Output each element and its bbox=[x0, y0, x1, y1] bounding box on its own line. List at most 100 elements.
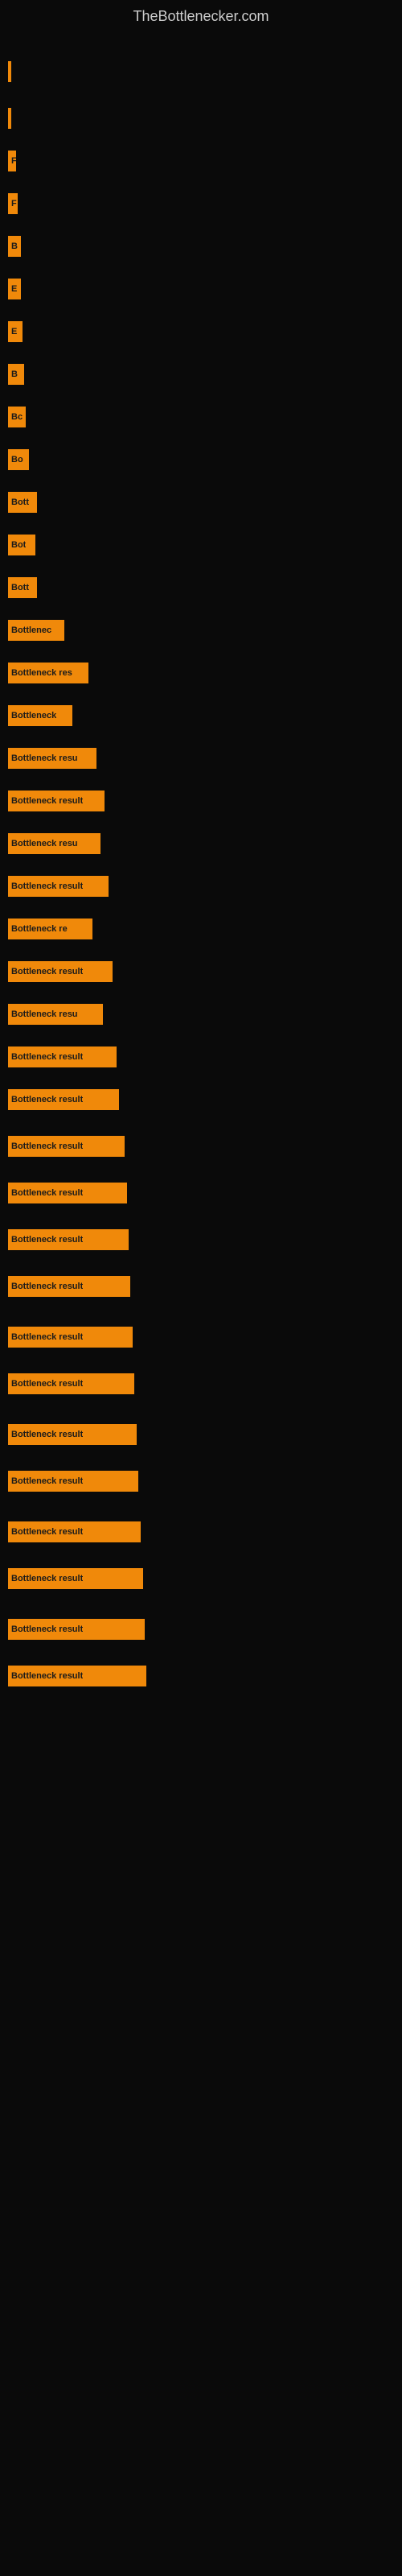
bar: Bottleneck result bbox=[8, 1183, 127, 1203]
bar-row: Bottleneck result bbox=[8, 1327, 402, 1348]
bar-label: Bottlenec bbox=[11, 625, 51, 635]
bar bbox=[8, 108, 11, 129]
bar: Bottleneck result bbox=[8, 1327, 133, 1348]
bar-label: Bottleneck result bbox=[11, 1052, 83, 1062]
bar: Bottlenec bbox=[8, 620, 64, 641]
bar-row: Bottleneck bbox=[8, 705, 402, 726]
bar-row: Bottleneck result bbox=[8, 1521, 402, 1542]
bar: E bbox=[8, 279, 21, 299]
bar-label: Bottleneck result bbox=[11, 1332, 83, 1342]
bar-row: Bott bbox=[8, 577, 402, 598]
bar: F bbox=[8, 193, 18, 214]
bar-label: Bottleneck result bbox=[11, 1188, 83, 1198]
bar-label: E bbox=[11, 284, 17, 294]
bar: Bottleneck resu bbox=[8, 748, 96, 769]
bar-label: Bottleneck result bbox=[11, 1527, 83, 1537]
bar: Bott bbox=[8, 492, 37, 513]
bar: Bottleneck resu bbox=[8, 1004, 103, 1025]
bar-row: Bottleneck result bbox=[8, 1183, 402, 1203]
bar: Bottleneck bbox=[8, 705, 72, 726]
bar: B bbox=[8, 236, 21, 257]
bar-label: Bottleneck result bbox=[11, 967, 83, 976]
bar: Bottleneck result bbox=[8, 1521, 141, 1542]
bar-label: Bott bbox=[11, 583, 29, 592]
bar-row: Bot bbox=[8, 535, 402, 555]
bar-row: B bbox=[8, 364, 402, 385]
bar: F bbox=[8, 151, 16, 171]
bar-row: Bottlenec bbox=[8, 620, 402, 641]
bar-row: Bottleneck result bbox=[8, 1424, 402, 1445]
bar-label: Bottleneck resu bbox=[11, 753, 78, 763]
bar-label: Bott bbox=[11, 497, 29, 507]
bar-row: Bottleneck result bbox=[8, 1373, 402, 1394]
bar-row: Bottleneck result bbox=[8, 1666, 402, 1686]
bar: Bottleneck result bbox=[8, 1229, 129, 1250]
bar-label: Bottleneck result bbox=[11, 1282, 83, 1291]
bar-label: Bottleneck result bbox=[11, 1235, 83, 1245]
bar-row: Bottleneck resu bbox=[8, 748, 402, 769]
bar-label: Bottleneck res bbox=[11, 668, 72, 678]
bars-container: F F B E E B Bc Bo Bott Bot Bott Bottlenec Bottleneck… bbox=[0, 29, 402, 1696]
bar-label: Bottleneck re bbox=[11, 924, 68, 934]
bar-label: E bbox=[11, 327, 17, 336]
bar-row: Bottleneck re bbox=[8, 919, 402, 939]
bar: Bottleneck result bbox=[8, 1424, 137, 1445]
bar: Bottleneck resu bbox=[8, 833, 100, 854]
bar-row bbox=[8, 108, 402, 129]
bar-label: Bottleneck resu bbox=[11, 1009, 78, 1019]
bar bbox=[8, 61, 11, 82]
bar-row: F bbox=[8, 151, 402, 171]
bar: Bottleneck result bbox=[8, 1046, 117, 1067]
bar: Bottleneck result bbox=[8, 1619, 145, 1640]
bar-row: Bottleneck result bbox=[8, 876, 402, 897]
bar-label: Bottleneck result bbox=[11, 1095, 83, 1104]
bar-label: Bottleneck result bbox=[11, 1624, 83, 1634]
bar: Bottleneck result bbox=[8, 1373, 134, 1394]
bar-row: E bbox=[8, 321, 402, 342]
bar-row: Bottleneck result bbox=[8, 1136, 402, 1157]
bar-row: Bottleneck result bbox=[8, 1046, 402, 1067]
bar-label: Bottleneck result bbox=[11, 1476, 83, 1486]
bar-label: Bottleneck result bbox=[11, 1430, 83, 1439]
bar: Bottleneck result bbox=[8, 1666, 146, 1686]
bar-row: Bc bbox=[8, 407, 402, 427]
bar-label: Bottleneck result bbox=[11, 1141, 83, 1151]
bar: Bottleneck result bbox=[8, 961, 113, 982]
bar-label: Bottleneck result bbox=[11, 796, 83, 806]
bar: Bottleneck result bbox=[8, 1276, 130, 1297]
bar-row: Bottleneck resu bbox=[8, 833, 402, 854]
bar-label: B bbox=[11, 242, 18, 251]
bar-label: B bbox=[11, 369, 18, 379]
bar-label: Bot bbox=[11, 540, 26, 550]
bar-row: Bottleneck result bbox=[8, 1471, 402, 1492]
bar: E bbox=[8, 321, 23, 342]
bar: Bottleneck result bbox=[8, 1136, 125, 1157]
bar: Bottleneck result bbox=[8, 791, 105, 811]
bar-row: Bottleneck result bbox=[8, 1276, 402, 1297]
bar: B bbox=[8, 364, 24, 385]
bar-row: Bo bbox=[8, 449, 402, 470]
site-title-container: TheBottlenecker.com bbox=[0, 0, 402, 29]
bar-label: Bottleneck result bbox=[11, 1574, 83, 1583]
bar: Bottleneck re bbox=[8, 919, 92, 939]
bar-row: Bottleneck result bbox=[8, 1568, 402, 1589]
bar-label: Bo bbox=[11, 455, 23, 464]
bar-label: Bottleneck result bbox=[11, 881, 83, 891]
bar: Bott bbox=[8, 577, 37, 598]
bar-label: Bc bbox=[11, 412, 23, 422]
bar-row: Bottleneck res bbox=[8, 663, 402, 683]
bar-label: F bbox=[11, 156, 16, 166]
bar-label: Bottleneck bbox=[11, 711, 56, 720]
bar: Bottleneck result bbox=[8, 876, 109, 897]
bar: Bottleneck res bbox=[8, 663, 88, 683]
bar: Bot bbox=[8, 535, 35, 555]
bar-row: B bbox=[8, 236, 402, 257]
bar-row: Bottleneck result bbox=[8, 1229, 402, 1250]
bar-row: Bott bbox=[8, 492, 402, 513]
bar-row bbox=[8, 61, 402, 82]
bar-row: Bottleneck resu bbox=[8, 1004, 402, 1025]
bar-row: E bbox=[8, 279, 402, 299]
bar: Bottleneck result bbox=[8, 1089, 119, 1110]
bar: Bottleneck result bbox=[8, 1471, 138, 1492]
bar-row: Bottleneck result bbox=[8, 961, 402, 982]
